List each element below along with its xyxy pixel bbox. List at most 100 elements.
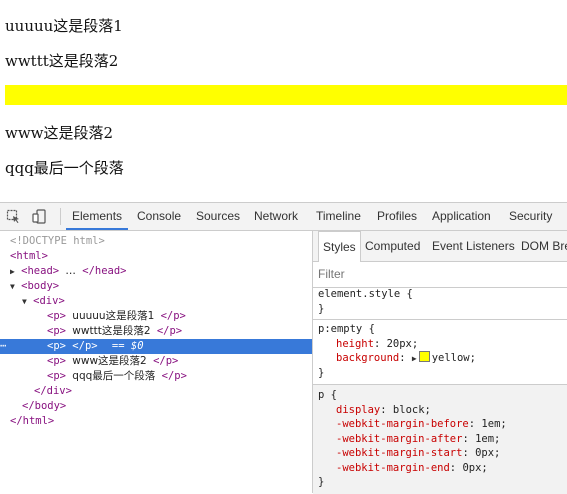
- expand-shorthand-icon[interactable]: ▶: [412, 352, 417, 367]
- property-name: height: [336, 337, 374, 350]
- div-close-tag: </div>: [34, 385, 72, 397]
- row-more-icon[interactable]: ⋯: [0, 339, 6, 354]
- preview-paragraph-5: qqq最后一个段落: [5, 159, 124, 177]
- p-open-tag: <p>: [47, 310, 66, 322]
- tab-elements[interactable]: Elements: [66, 203, 129, 230]
- p5-text: qqq最后一个段落: [72, 370, 156, 382]
- dom-node-div[interactable]: ▼ <div>: [0, 294, 312, 309]
- dom-node-body[interactable]: ▼ <body>: [0, 279, 312, 294]
- rule-p-empty: p:empty { height: 20px; background: ▶ yel…: [313, 322, 567, 380]
- dom-node-head[interactable]: ▶ <head> … </head>: [0, 264, 312, 279]
- css-property[interactable]: -webkit-margin-start: 0px;: [313, 446, 567, 461]
- css-property[interactable]: -webkit-margin-after: 1em;: [313, 432, 567, 447]
- body-close-tag: </body>: [22, 400, 67, 412]
- property-name: -webkit-margin-start: [336, 447, 463, 459]
- dom-node-p2[interactable]: <p> wwttt这是段落2 </p>: [0, 324, 312, 339]
- preview-paragraph-1: uuuuu这是段落1: [5, 17, 123, 35]
- devtools-panel: Elements Console Sources Network Timelin…: [0, 202, 567, 494]
- tab-application[interactable]: Application: [432, 203, 491, 230]
- head-close-tag: </head>: [82, 265, 127, 277]
- p-open-tag: <p>: [47, 370, 66, 382]
- p-close-tag: </p>: [156, 325, 183, 337]
- tab-profiles[interactable]: Profiles: [377, 203, 417, 230]
- dom-node-p1[interactable]: <p> uuuuu这是段落1 </p>: [0, 309, 312, 324]
- html-close-tag: </html>: [10, 415, 55, 427]
- property-name: -webkit-margin-after: [336, 432, 463, 445]
- property-name: -webkit-margin-end: [336, 461, 450, 474]
- inspect-element-icon[interactable]: [6, 209, 21, 224]
- p-close-tag: </p>: [72, 340, 98, 352]
- toolbar-divider: [60, 208, 61, 225]
- rule-close-brace: }: [318, 302, 325, 315]
- subtab-computed[interactable]: Computed: [365, 231, 420, 261]
- p2-text: wwttt这是段落2: [72, 325, 151, 337]
- selected-marker: == $0: [111, 340, 144, 352]
- dom-node-doctype[interactable]: <!DOCTYPE html>: [0, 234, 312, 249]
- expand-triangle-icon[interactable]: ▶: [0, 267, 15, 276]
- css-property[interactable]: -webkit-margin-end: 0px;: [313, 461, 567, 476]
- rule-p-user-agent: p { display: block; -webkit-margin-befor…: [313, 384, 567, 494]
- p-close-tag: </p>: [153, 355, 179, 367]
- collapse-triangle-icon[interactable]: ▼: [0, 297, 27, 306]
- property-value: 0px;: [475, 447, 501, 459]
- html-open-tag: <html>: [10, 250, 48, 262]
- property-value: block;: [392, 403, 431, 416]
- p-open-tag: <p>: [47, 355, 66, 367]
- head-open-tag: <head>: [21, 265, 60, 277]
- property-value: 1em;: [481, 418, 507, 430]
- property-name: background: [336, 352, 400, 364]
- p1-text: uuuuu这是段落1: [72, 310, 155, 322]
- rule-selector[interactable]: element.style {: [313, 287, 567, 302]
- collapse-triangle-icon[interactable]: ▼: [0, 282, 15, 291]
- tab-security[interactable]: Security: [509, 203, 552, 230]
- property-value: 20px;: [386, 337, 419, 350]
- p-open-tag: <p>: [47, 325, 66, 337]
- subtab-dom-breakpoints[interactable]: DOM Bre: [521, 231, 567, 261]
- dom-node-p4[interactable]: <p> www这是段落2 </p>: [0, 354, 312, 369]
- property-value: 0px;: [462, 461, 488, 474]
- dom-node-body-close[interactable]: </body>: [0, 399, 312, 414]
- preview-paragraph-2: wwttt这是段落2: [5, 52, 119, 70]
- css-property-height[interactable]: height: 20px;: [313, 337, 567, 352]
- dom-node-html[interactable]: <html>: [0, 249, 312, 264]
- styles-filter-input[interactable]: [318, 264, 563, 284]
- styles-pane: Styles Computed Event Listeners DOM Bre …: [312, 231, 567, 494]
- subtab-styles[interactable]: Styles: [318, 231, 361, 262]
- styles-subtabs: Styles Computed Event Listeners DOM Bre: [313, 231, 567, 262]
- subtab-event-listeners[interactable]: Event Listeners: [432, 231, 515, 261]
- p-close-tag: </p>: [161, 370, 187, 382]
- color-swatch-icon[interactable]: [418, 351, 430, 362]
- tab-network[interactable]: Network: [254, 203, 298, 230]
- p-close-tag: </p>: [160, 310, 186, 322]
- rule-close-brace: }: [318, 366, 325, 379]
- css-property-background[interactable]: background: ▶ yellow;: [313, 351, 567, 366]
- tab-sources[interactable]: Sources: [196, 203, 240, 230]
- p4-text: www这是段落2: [72, 355, 147, 367]
- head-ellipsis: …: [65, 265, 76, 277]
- dom-node-html-close[interactable]: </html>: [0, 414, 312, 429]
- p-open-tag: <p>: [47, 340, 66, 352]
- preview-paragraph-4: www这是段落2: [5, 124, 114, 142]
- rule-element-style: element.style { }: [313, 287, 567, 316]
- rule-divider: [313, 319, 567, 320]
- body-open-tag: <body>: [21, 280, 60, 292]
- tab-timeline[interactable]: Timeline: [316, 203, 361, 230]
- rule-selector[interactable]: p {: [313, 388, 567, 403]
- devtools-toolbar: Elements Console Sources Network Timelin…: [0, 203, 567, 231]
- dom-node-p-empty-selected[interactable]: ⋯ <p> </p> == $0: [0, 339, 312, 354]
- css-property[interactable]: -webkit-margin-before: 1em;: [313, 417, 567, 432]
- tab-console[interactable]: Console: [137, 203, 181, 230]
- rule-selector[interactable]: p:empty {: [313, 322, 567, 337]
- device-mode-icon[interactable]: [32, 209, 47, 224]
- page-preview: uuuuu这是段落1 wwttt这是段落2 www这是段落2 qqq最后一个段落: [0, 0, 567, 202]
- property-name: -webkit-margin-before: [336, 418, 469, 430]
- property-value: 1em;: [475, 432, 501, 445]
- rule-close-brace: }: [318, 476, 325, 488]
- preview-empty-paragraph: [5, 85, 567, 105]
- dom-tree: <!DOCTYPE html> <html> ▶ <head> … </head…: [0, 231, 312, 493]
- css-property[interactable]: display: block;: [313, 403, 567, 418]
- dom-node-p5[interactable]: <p> qqq最后一个段落 </p>: [0, 369, 312, 384]
- dom-node-div-close[interactable]: </div>: [0, 384, 312, 399]
- property-value: yellow;: [431, 352, 476, 364]
- div-open-tag: <div>: [33, 295, 65, 307]
